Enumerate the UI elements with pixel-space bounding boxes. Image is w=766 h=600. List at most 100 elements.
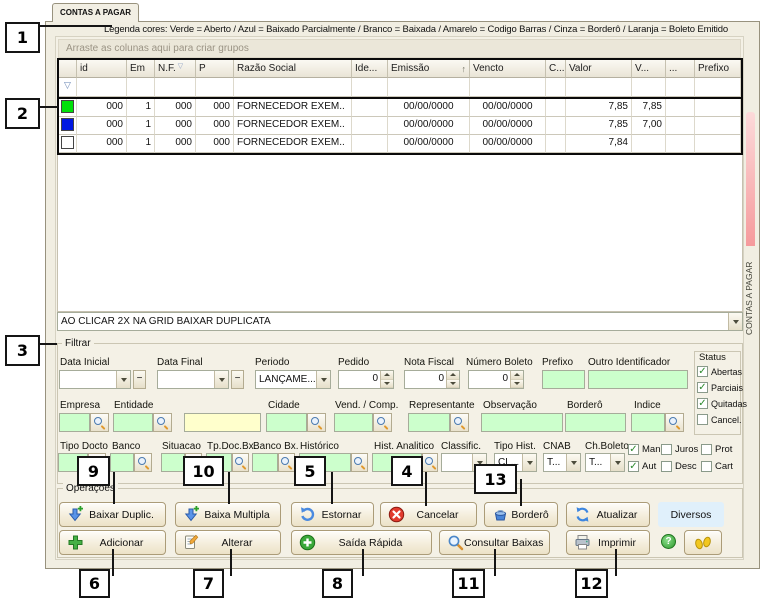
callout-8: 8 [322, 569, 353, 598]
imprimir-button[interactable]: Imprimir [566, 530, 650, 555]
chevron-down-icon[interactable] [610, 454, 624, 471]
empresa-search-button[interactable] [90, 413, 109, 432]
checkbox-icon[interactable] [701, 444, 712, 455]
pedido-spinner[interactable]: 0 [338, 370, 394, 389]
checkbox-icon[interactable]: ✓ [697, 382, 708, 393]
grid-auto-filter-row[interactable]: ▽ [59, 78, 741, 99]
chevron-down-icon[interactable] [214, 371, 228, 388]
data-inicial-field[interactable] [59, 370, 131, 389]
checkbox-prot[interactable]: Prot [701, 444, 732, 455]
entidade-nome-field[interactable] [184, 413, 261, 432]
tab-contas-a-pagar[interactable]: CONTAS A PAGAR [52, 3, 139, 22]
checkbox-icon[interactable] [661, 461, 672, 472]
checkbox-cart[interactable]: Cart [701, 461, 733, 472]
checkbox-icon[interactable] [697, 414, 708, 425]
checkbox-icon[interactable] [701, 461, 712, 472]
checkbox-quitadas[interactable]: ✓ Quitadas [697, 398, 747, 409]
double-click-action-combo[interactable]: AO CLICAR 2X NA GRID BAIXAR DUPLICATA [57, 312, 743, 331]
side-tab-contas-a-pagar[interactable]: CONTAS A PAGAR [744, 249, 757, 335]
indice-field[interactable] [631, 413, 665, 432]
col-header-p[interactable]: P [196, 60, 234, 78]
chevron-down-icon[interactable] [522, 454, 536, 471]
grid-row-1[interactable]: 000 1 000 000 FORNECEDOR EXEM.. 00/00/00… [59, 99, 741, 117]
grid-row-3[interactable]: 000 1 000 000 FORNECEDOR EXEM.. 00/00/00… [59, 135, 741, 153]
banco-bx-field[interactable] [252, 453, 278, 472]
group-by-bar[interactable]: Arraste as colunas aqui para criar grupo… [58, 39, 741, 58]
grid-row-2[interactable]: 000 1 000 000 FORNECEDOR EXEM.. 00/00/00… [59, 117, 741, 135]
vend-comp-field[interactable] [334, 413, 373, 432]
outro-identificador-field[interactable] [588, 370, 688, 389]
checkbox-desc[interactable]: Desc [661, 461, 697, 472]
col-header-v[interactable]: V... [632, 60, 666, 78]
vend-comp-search-button[interactable] [373, 413, 392, 432]
checkbox-cancel[interactable]: Cancel. [697, 414, 742, 425]
empresa-field[interactable] [59, 413, 90, 432]
checkbox-icon[interactable]: ✓ [697, 366, 708, 377]
col-header-nf[interactable]: N.F.▽ [155, 60, 196, 78]
cidade-search-button[interactable] [307, 413, 326, 432]
col-header-id[interactable]: id [77, 60, 127, 78]
spinner-buttons[interactable] [510, 371, 523, 388]
atualizar-button[interactable]: Atualizar [566, 502, 650, 527]
col-header-vencto[interactable]: Vencto [470, 60, 546, 78]
col-header-razao-social[interactable]: Razão Social [234, 60, 352, 78]
baixar-duplic-button[interactable]: Baixar Duplic. [59, 502, 166, 527]
banco-field[interactable] [110, 453, 134, 472]
chevron-down-icon[interactable] [316, 371, 330, 388]
data-inicial-clear-button[interactable]: − [133, 370, 146, 389]
filter-funnel-icon[interactable]: ▽ [64, 80, 71, 90]
col-header-prefixo[interactable]: Prefixo [695, 60, 741, 78]
observacao-field[interactable] [481, 413, 563, 432]
checkbox-icon[interactable]: ✓ [697, 398, 708, 409]
banco-search-button[interactable] [134, 453, 152, 472]
historico-search-button[interactable] [351, 453, 368, 472]
checkbox-aut[interactable]: ✓ Aut [628, 461, 656, 472]
col-header-dots[interactable]: ... [666, 60, 695, 78]
audit-trail-button[interactable] [684, 530, 722, 555]
data-final-field[interactable] [157, 370, 229, 389]
prefixo-field[interactable] [542, 370, 585, 389]
hist-analitico-search-button[interactable] [422, 453, 438, 472]
col-header-ide[interactable]: Ide... [352, 60, 388, 78]
representante-search-button[interactable] [450, 413, 469, 432]
cnab-combo[interactable]: T... [543, 453, 581, 472]
checkbox-parciais[interactable]: ✓ Parciais [697, 382, 743, 393]
diversos-label[interactable]: Diversos [658, 502, 724, 527]
nota-fiscal-spinner[interactable]: 0 [404, 370, 460, 389]
col-header-c[interactable]: C... [546, 60, 566, 78]
checkbox-juros[interactable]: Juros [661, 444, 698, 455]
checkbox-icon[interactable]: ✓ [628, 461, 639, 472]
col-header-emissao[interactable]: Emissão↑ [388, 60, 470, 78]
side-tab-strip[interactable] [746, 112, 755, 246]
column-filter-icon[interactable]: ▽ [178, 62, 183, 70]
col-header-valor[interactable]: Valor [566, 60, 632, 78]
estornar-button[interactable]: Estornar [291, 502, 374, 527]
cancelar-button[interactable]: Cancelar [380, 502, 477, 527]
representante-field[interactable] [408, 413, 450, 432]
situacao-field[interactable] [161, 453, 185, 472]
checkbox-abertas[interactable]: ✓ Abertas [697, 366, 742, 377]
ch-boleto-combo[interactable]: T... [585, 453, 625, 472]
col-header-em[interactable]: Em [127, 60, 155, 78]
help-icon[interactable]: ? [661, 534, 676, 549]
chevron-down-icon[interactable] [728, 313, 742, 330]
alterar-button[interactable]: Alterar [175, 530, 281, 555]
cidade-field[interactable] [266, 413, 307, 432]
banco-bx-search-button[interactable] [278, 453, 295, 472]
checkbox-icon[interactable] [661, 444, 672, 455]
entidade-field[interactable] [113, 413, 153, 432]
numero-boleto-spinner[interactable]: 0 [468, 370, 524, 389]
entidade-search-button[interactable] [153, 413, 172, 432]
spinner-buttons[interactable] [380, 371, 393, 388]
checkbox-icon[interactable]: ✓ [628, 444, 639, 455]
periodo-combo[interactable]: LANÇAME... [255, 370, 331, 389]
tp-doc-bx-search-button[interactable] [232, 453, 249, 472]
chevron-down-icon[interactable] [116, 371, 130, 388]
spinner-buttons[interactable] [446, 371, 459, 388]
data-final-clear-button[interactable]: − [231, 370, 244, 389]
checkbox-man[interactable]: ✓ Man [628, 444, 660, 455]
bordero-field[interactable] [565, 413, 626, 432]
baixa-multipla-button[interactable]: Baixa Multipla [175, 502, 281, 527]
indice-search-button[interactable] [665, 413, 684, 432]
chevron-down-icon[interactable] [566, 454, 580, 471]
